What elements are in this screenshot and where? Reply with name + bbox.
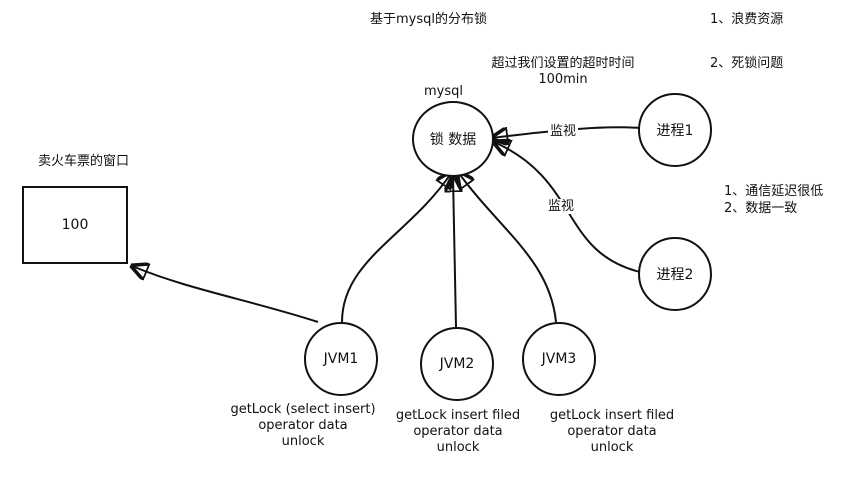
ticket-window-box: 100 bbox=[22, 186, 128, 264]
jvm3-name: JVM3 bbox=[541, 351, 577, 367]
note-data-consistent: 2、数据一致 bbox=[724, 201, 798, 216]
jvm1-caption-line2: operator data bbox=[258, 418, 348, 433]
watch-label-2: 监视 bbox=[546, 199, 577, 214]
jvm3-caption-line2: operator data bbox=[567, 424, 657, 439]
jvm1-caption-line1: getLock (select insert) bbox=[230, 402, 376, 417]
jvm3-node: JVM3 bbox=[522, 322, 596, 396]
jvm1-name: JVM1 bbox=[323, 351, 359, 367]
process-1-node: 进程1 bbox=[638, 93, 712, 167]
process-1-text: 进程1 bbox=[656, 123, 694, 139]
window-label: 卖火车票的窗口 bbox=[38, 154, 130, 169]
process-2-text: 进程2 bbox=[656, 267, 694, 283]
process-2-node: 进程2 bbox=[638, 237, 712, 311]
note-low-latency: 1、通信延迟很低 bbox=[724, 184, 824, 199]
jvm1-caption-line3: unlock bbox=[281, 434, 325, 449]
jvm3-caption-line1: getLock insert filed bbox=[549, 408, 675, 423]
jvm2-caption-line3: unlock bbox=[436, 440, 480, 455]
edge-jvm2-to-mysql bbox=[453, 176, 456, 328]
note-waste-resources: 1、浪费资源 bbox=[710, 12, 784, 27]
jvm2-caption-line2: operator data bbox=[413, 424, 503, 439]
jvm1-node: JVM1 bbox=[304, 322, 378, 396]
ticket-count: 100 bbox=[61, 217, 89, 233]
mysql-label: mysql bbox=[424, 84, 463, 99]
watch-label-1: 监视 bbox=[548, 124, 579, 139]
jvm2-caption-line1: getLock insert filed bbox=[395, 408, 521, 423]
timeout-note-line2: 100min bbox=[538, 72, 588, 87]
edge-jvm3-to-mysql bbox=[458, 172, 557, 323]
jvm2-name: JVM2 bbox=[439, 356, 475, 372]
note-deadlock: 2、死锁问题 bbox=[710, 56, 784, 71]
jvm2-node: JVM2 bbox=[420, 327, 494, 401]
mysql-node-text: 锁 数据 bbox=[429, 132, 477, 148]
edge-jvm1-to-window bbox=[132, 266, 319, 323]
edge-jvm1-to-mysql bbox=[341, 172, 452, 323]
diagram-title: 基于mysql的分布锁 bbox=[370, 12, 487, 27]
mysql-node: 锁 数据 bbox=[412, 101, 494, 177]
timeout-note-line1: 超过我们设置的超时时间 bbox=[491, 56, 635, 71]
jvm3-caption-line3: unlock bbox=[590, 440, 634, 455]
